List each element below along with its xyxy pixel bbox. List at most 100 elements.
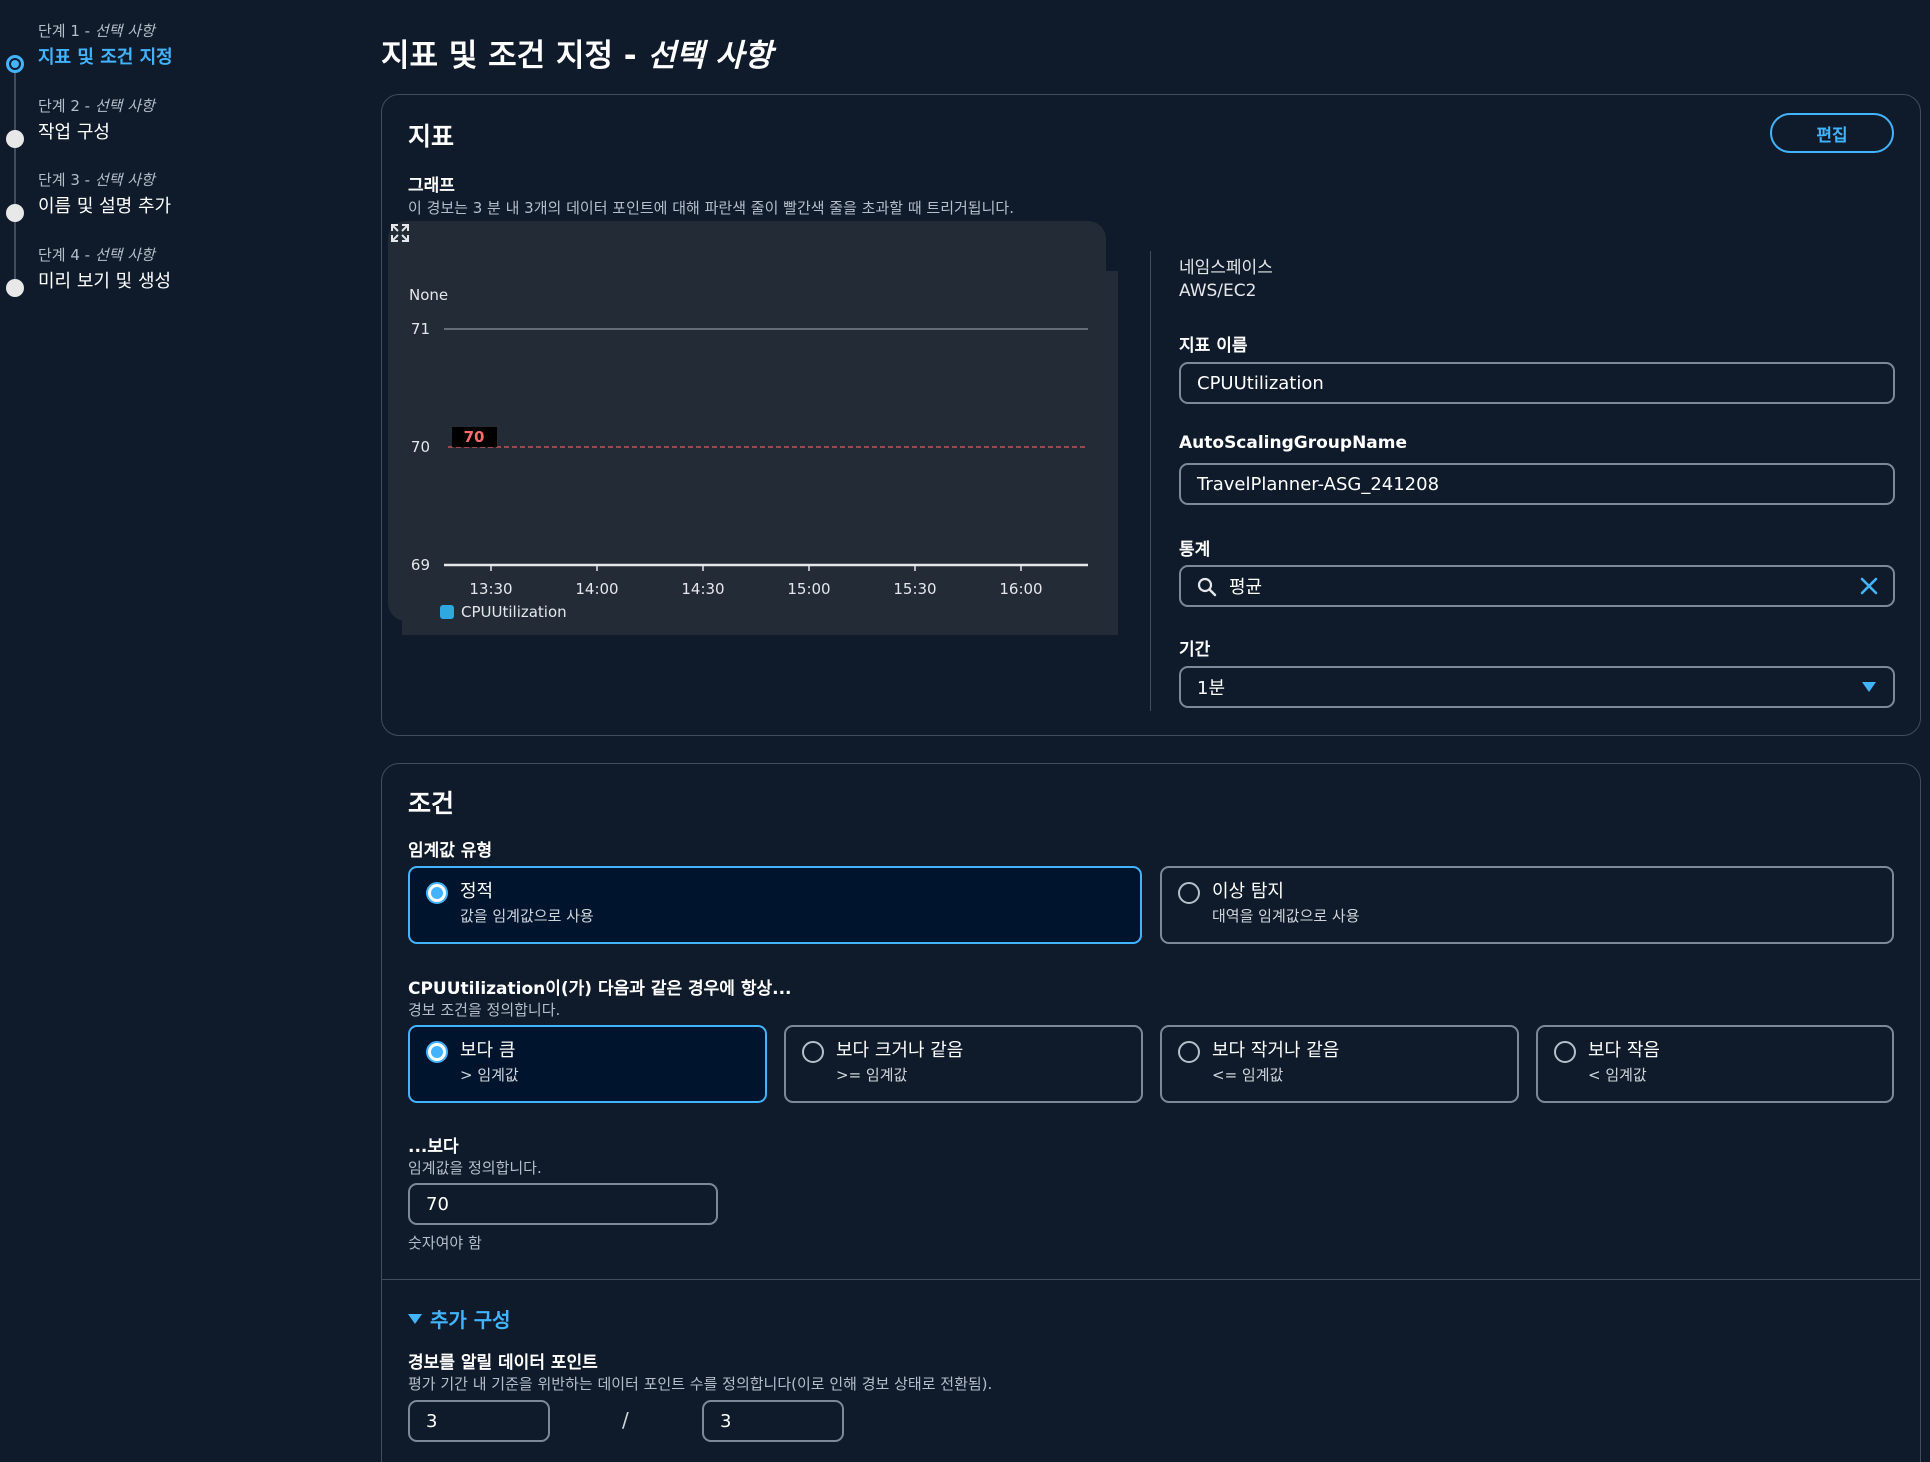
step-1[interactable]: 단계 1 - 선택 사항 지표 및 조건 지정: [0, 16, 360, 91]
step-indicator-icon: [6, 129, 24, 148]
section-divider: [382, 1279, 1920, 1280]
legend-swatch: [440, 605, 454, 619]
step-4[interactable]: 단계 4 - 선택 사항 미리 보기 및 생성: [0, 240, 360, 315]
tile-description: < 임계값: [1588, 1066, 1647, 1084]
conditions-panel-title: 조건: [408, 789, 455, 818]
operator-less[interactable]: 보다 작음 < 임계값: [1536, 1025, 1894, 1103]
step-3[interactable]: 단계 3 - 선택 사항 이름 및 설명 추가: [0, 165, 360, 240]
x-tick-label: 15:30: [893, 580, 936, 598]
step-indicator-icon: [6, 204, 24, 222]
radio-icon[interactable]: [1554, 1041, 1576, 1063]
tile-description: 대역을 임계값으로 사용: [1212, 907, 1360, 925]
step-indicator-icon: [6, 55, 24, 73]
step-optional: 선택 사항: [94, 171, 155, 189]
search-icon: [1197, 577, 1217, 597]
graph-description: 이 경보는 3 분 내 3개의 데이터 포인트에 대해 파란색 줄이 빨간색 줄…: [408, 199, 1014, 217]
step-indicator-icon: [6, 278, 24, 297]
datapoints-description: 평가 기간 내 기준을 위반하는 데이터 포인트 수를 정의합니다(이로 인해 …: [408, 1375, 993, 1393]
x-tick-label: 14:30: [681, 580, 724, 598]
y-axis-label: None: [409, 286, 448, 304]
tile-title: 보다 작음: [1588, 1040, 1660, 1061]
graph-label: 그래프: [408, 176, 455, 196]
threshold-type-label: 임계값 유형: [408, 841, 493, 861]
page-title-optional: 선택 사항: [647, 38, 773, 74]
radio-icon[interactable]: [1178, 1041, 1200, 1063]
page-title: 지표 및 조건 지정 - 선택 사항: [381, 38, 773, 74]
tile-description: >= 임계값: [836, 1066, 908, 1084]
step-optional: 선택 사항: [94, 245, 155, 264]
metric-name-label: 지표 이름: [1179, 336, 1248, 356]
radio-selected-icon[interactable]: [426, 1041, 448, 1063]
step-number: 단계 2 -: [38, 96, 95, 115]
threshold-hint: 숫자여야 함: [408, 1234, 482, 1252]
evaluation-periods-input[interactable]: 3: [702, 1400, 844, 1442]
x-tick-label: 15:00: [787, 580, 830, 598]
asg-label: AutoScalingGroupName: [1179, 433, 1408, 453]
radio-icon[interactable]: [1178, 882, 1200, 904]
radio-icon[interactable]: [802, 1041, 824, 1063]
whenever-description: 경보 조건을 정의합니다.: [408, 1001, 561, 1019]
than-label: ...보다: [408, 1137, 459, 1157]
tile-description: 값을 임계값으로 사용: [460, 907, 594, 925]
operator-greater-equal[interactable]: 보다 크거나 같음 >= 임계값: [784, 1025, 1143, 1103]
statistic-search[interactable]: 평균: [1179, 565, 1895, 607]
y-tick-label: 69: [411, 556, 430, 574]
metric-panel: 지표 편집 그래프 이 경보는 3 분 내 3개의 데이터 포인트에 대해 파란…: [381, 94, 1921, 736]
metric-panel-title: 지표: [408, 122, 455, 151]
edit-button[interactable]: 편집: [1770, 113, 1894, 153]
step-optional: 선택 사항: [94, 96, 155, 115]
namespace-value: AWS/EC2: [1179, 281, 1257, 301]
metric-name-field[interactable]: CPUUtilization: [1179, 362, 1895, 404]
tile-title: 이상 탐지: [1212, 881, 1284, 902]
chart-legend: CPUUtilization: [440, 603, 567, 621]
step-number: 단계 1 -: [38, 22, 95, 40]
threshold-type-static[interactable]: 정적 값을 임계값으로 사용: [408, 866, 1142, 944]
datapoints-input[interactable]: 3: [408, 1400, 550, 1442]
metric-graph: None 71 70 69 13:30 14:00 14:30 15:00 15:30 16:…: [388, 221, 1118, 635]
conditions-panel: 조건 임계값 유형 정적 값을 임계값으로 사용 이상 탐지 대역을 임계값으로…: [381, 763, 1921, 1462]
tile-title: 보다 크거나 같음: [836, 1040, 964, 1061]
y-tick-label: 71: [411, 320, 430, 338]
threshold-type-anomaly[interactable]: 이상 탐지 대역을 임계값으로 사용: [1160, 866, 1894, 944]
step-number: 단계 4 -: [38, 245, 95, 264]
expand-icon[interactable]: [388, 221, 412, 245]
threshold-value-input[interactable]: 70: [408, 1183, 718, 1225]
period-label: 기간: [1179, 640, 1211, 660]
step-title[interactable]: 이름 및 설명 추가: [38, 195, 360, 219]
threshold-label: 70: [464, 428, 485, 446]
tile-description: <= 임계값: [1212, 1066, 1284, 1084]
step-title[interactable]: 작업 구성: [38, 121, 360, 145]
period-value: 1분: [1197, 678, 1226, 699]
operator-less-equal[interactable]: 보다 작거나 같음 <= 임계값: [1160, 1025, 1519, 1103]
close-icon[interactable]: [1859, 576, 1879, 596]
x-tick-label: 14:00: [575, 580, 618, 598]
namespace-label: 네임스페이스: [1179, 258, 1273, 278]
step-optional: 선택 사항: [94, 22, 155, 40]
legend-label: CPUUtilization: [461, 603, 567, 621]
x-tick-label: 13:30: [469, 580, 512, 598]
tile-title: 보다 큼: [460, 1040, 516, 1061]
tile-description: > 임계값: [460, 1066, 519, 1084]
step-number: 단계 3 -: [38, 171, 95, 189]
tile-title: 보다 작거나 같음: [1212, 1040, 1340, 1061]
y-tick-label: 70: [411, 438, 430, 456]
chart-svg: None 71 70 69 13:30 14:00 14:30 15:00 15:30 16:…: [409, 286, 1088, 598]
caret-down-icon: [408, 1313, 422, 1324]
additional-config-label: 추가 구성: [430, 1308, 511, 1332]
datapoints-separator: /: [622, 1408, 629, 1432]
additional-config-toggle[interactable]: 추가 구성: [408, 1304, 511, 1333]
radio-selected-icon[interactable]: [426, 882, 448, 904]
caret-down-icon: [1862, 682, 1876, 692]
than-description: 임계값을 정의합니다.: [408, 1159, 542, 1177]
step-title[interactable]: 미리 보기 및 생성: [38, 270, 360, 294]
operator-greater[interactable]: 보다 큼 > 임계값: [408, 1025, 767, 1103]
statistic-value: 평균: [1229, 577, 1263, 598]
datapoints-label: 경보를 알릴 데이터 포인트: [408, 1353, 598, 1373]
x-tick-label: 16:00: [999, 580, 1042, 598]
asg-field[interactable]: TravelPlanner-ASG_241208: [1179, 463, 1895, 505]
step-2[interactable]: 단계 2 - 선택 사항 작업 구성: [0, 91, 360, 166]
whenever-label: CPUUtilization이(가) 다음과 같은 경우에 항상...: [408, 979, 792, 999]
step-title[interactable]: 지표 및 조건 지정: [38, 46, 360, 70]
statistic-label: 통계: [1179, 540, 1211, 560]
period-select[interactable]: 1분: [1179, 666, 1895, 708]
